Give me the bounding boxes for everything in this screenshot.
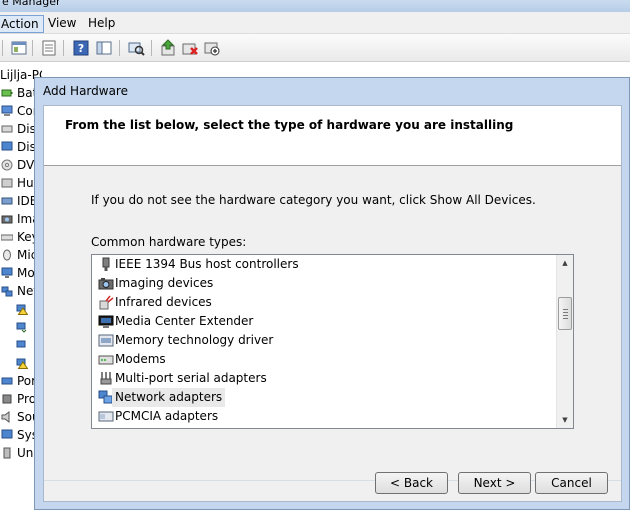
modem-icon	[98, 355, 114, 365]
update-driver-icon[interactable]	[159, 39, 177, 57]
serial-port-icon	[100, 372, 112, 385]
scroll-up-arrow-icon[interactable]: ▲	[557, 255, 573, 271]
network-adapter-icon	[16, 340, 26, 348]
menu-view[interactable]: View	[44, 15, 80, 33]
toolbar-separator	[119, 40, 120, 56]
uninstall-device-icon[interactable]	[181, 39, 199, 57]
toolbar-separator	[32, 40, 33, 56]
hardware-type-list[interactable]: IEEE 1394 Bus host controllers Imaging d…	[91, 254, 574, 429]
back-button[interactable]: < Back	[375, 472, 448, 494]
scan-hardware-icon[interactable]	[127, 39, 145, 57]
list-label: Common hardware types:	[91, 235, 247, 249]
toolbar: ?	[0, 34, 630, 62]
header-panel: From the list below, select the type of …	[44, 106, 621, 166]
hid-icon	[1, 178, 13, 188]
background-window-title: e Manager	[2, 0, 61, 8]
toolbar-separator	[63, 40, 64, 56]
svg-text:?: ?	[78, 42, 84, 55]
display-adapter-icon	[1, 141, 13, 151]
dvd-drive-icon	[1, 159, 13, 171]
mouse-icon	[3, 249, 11, 261]
pcmcia-icon	[98, 411, 114, 422]
menu-action[interactable]: Action	[0, 15, 44, 33]
ide-controller-icon	[1, 197, 13, 205]
warning-network-icon	[16, 358, 28, 369]
monitor-icon	[1, 267, 13, 278]
list-scrollbar[interactable]: ▲ ▼	[556, 255, 573, 428]
memory-icon	[98, 334, 114, 347]
scroll-down-arrow-icon[interactable]: ▼	[557, 412, 573, 428]
battery-icon	[1, 89, 13, 97]
list-view-icon[interactable]	[40, 39, 58, 57]
view-pane-icon[interactable]	[95, 39, 113, 57]
scroll-thumb[interactable]	[558, 297, 572, 330]
dialog-title: Add Hardware	[43, 84, 128, 98]
processor-icon	[2, 394, 12, 404]
next-button[interactable]: Next >	[458, 472, 531, 494]
cancel-button[interactable]: Cancel	[535, 472, 608, 494]
monitor-icon	[98, 315, 114, 328]
camera-icon	[98, 278, 114, 290]
help-icon[interactable]: ?	[72, 39, 90, 57]
port-icon	[1, 377, 13, 385]
usb-icon	[3, 447, 11, 459]
warning-network-icon	[16, 304, 28, 315]
system-icon	[1, 429, 13, 439]
properties-icon[interactable]	[10, 39, 28, 57]
menu-bar: Action View Help	[0, 12, 630, 34]
speaker-icon	[1, 411, 10, 423]
instruction-text: If you do not see the hardware category …	[91, 193, 536, 207]
infrared-icon	[99, 295, 114, 310]
camera-icon	[1, 215, 13, 224]
toolbar-separator	[2, 40, 3, 56]
network-icon	[1, 286, 13, 297]
firewire-icon	[102, 257, 110, 271]
dialog-body: From the list below, select the type of …	[43, 105, 622, 502]
add-hardware-dialog: Add Hardware From the list below, select…	[34, 77, 630, 510]
menu-help[interactable]: Help	[84, 15, 119, 33]
network-adapter-icon	[16, 322, 27, 333]
keyboard-icon	[1, 234, 13, 241]
disable-device-icon[interactable]	[203, 39, 221, 57]
background-title-bar: e Manager	[0, 0, 630, 12]
disk-drive-icon	[1, 125, 13, 133]
toolbar-separator	[151, 40, 152, 56]
wizard-heading: From the list below, select the type of …	[65, 118, 514, 132]
computer-icon	[1, 105, 13, 116]
